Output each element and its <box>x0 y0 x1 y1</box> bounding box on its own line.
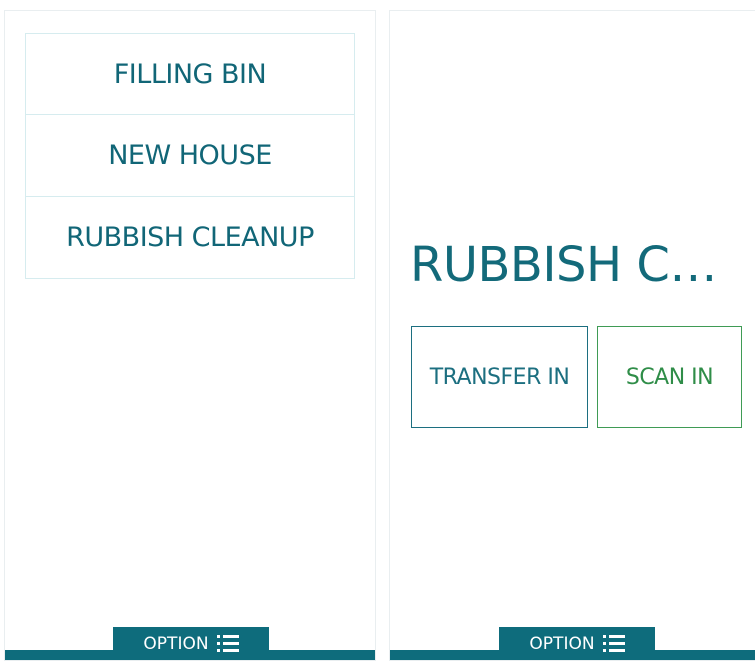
app-stage: FILLING BIN NEW HOUSE RUBBISH CLEANUP OP… <box>0 0 755 661</box>
list-menu-icon <box>602 634 625 653</box>
job-detail-screen: RUBBISH C… TRANSFER IN SCAN IN OPTION <box>389 10 755 661</box>
menu-item-rubbish-cleanup[interactable]: RUBBISH CLEANUP <box>25 197 355 279</box>
option-button[interactable]: OPTION <box>113 627 269 660</box>
job-list-screen: FILLING BIN NEW HOUSE RUBBISH CLEANUP OP… <box>4 10 376 661</box>
menu-item-new-house[interactable]: NEW HOUSE <box>25 115 355 197</box>
transfer-in-button[interactable]: TRANSFER IN <box>411 326 588 428</box>
option-button[interactable]: OPTION <box>499 627 655 660</box>
option-label: OPTION <box>529 633 595 654</box>
option-label: OPTION <box>143 633 209 654</box>
list-menu-icon <box>216 634 239 653</box>
scan-in-button[interactable]: SCAN IN <box>597 326 742 428</box>
job-title: RUBBISH C… <box>410 237 717 293</box>
menu-item-filling-bin[interactable]: FILLING BIN <box>25 33 355 115</box>
job-menu-list: FILLING BIN NEW HOUSE RUBBISH CLEANUP <box>25 33 355 279</box>
